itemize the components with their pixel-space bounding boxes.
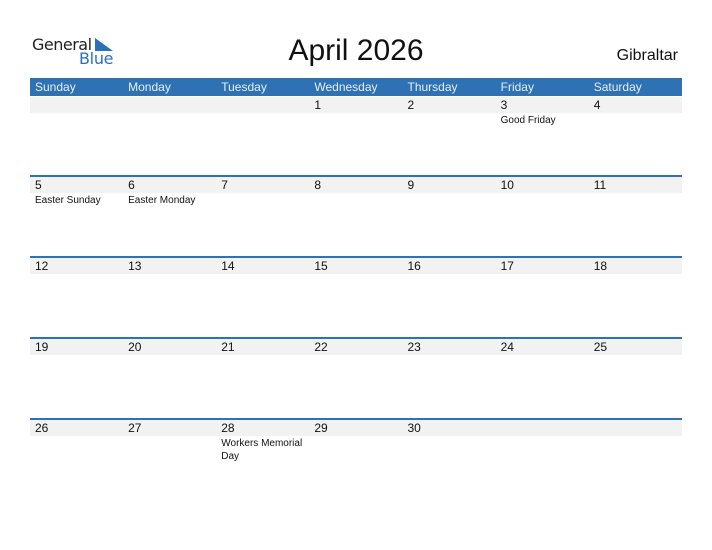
day-number: 24: [500, 340, 514, 354]
calendar-title: April 2026: [288, 34, 424, 67]
day-number: 29: [314, 421, 328, 435]
day-cell: 15: [309, 258, 402, 275]
week-cells: 1 2 3 Good Friday 4: [30, 97, 682, 127]
day-number: 18: [593, 259, 608, 273]
holiday-label: Easter Sunday: [35, 195, 101, 206]
day-number: 19: [35, 340, 49, 354]
weekday-thursday: Thursday: [407, 80, 458, 94]
holiday-label: Easter Monday: [128, 195, 196, 206]
day-cell: 30: [403, 420, 496, 463]
day-cell: 28 Workers Memorial Day: [216, 420, 309, 463]
day-number: 8: [314, 178, 322, 192]
week-cells: 26 27 28 Workers Memorial Day 29 30: [30, 420, 682, 463]
country-label: Gibraltar: [616, 47, 678, 64]
weekday-tuesday: Tuesday: [221, 80, 267, 94]
weekday-wednesday: Wednesday: [314, 80, 378, 94]
day-cell: 4: [589, 97, 682, 127]
week-row: 26 27 28 Workers Memorial Day 29 30: [30, 418, 682, 501]
day-cell: 25: [589, 339, 682, 356]
day-cell: 22: [309, 339, 402, 356]
day-number: 14: [221, 259, 235, 273]
day-cell: 16: [403, 258, 496, 275]
day-number: 11: [593, 178, 607, 192]
day-number: 25: [593, 340, 608, 354]
day-cell: 19: [30, 339, 123, 356]
day-cell: 2: [403, 97, 496, 127]
day-number: 15: [314, 259, 328, 273]
day-number: 5: [35, 178, 42, 192]
day-cell: 1: [309, 97, 402, 127]
day-number: [594, 420, 682, 436]
day-cell: 11: [589, 177, 682, 207]
weekday-sunday: Sunday: [35, 80, 76, 94]
day-cell: [216, 97, 309, 127]
day-number: 12: [35, 259, 49, 273]
day-number: 16: [407, 259, 421, 273]
day-cell: 26: [30, 420, 123, 463]
week-row: 5 Easter Sunday 6 Easter Monday 7 8 9 10 11: [30, 175, 682, 258]
week-row: 12 13 14 15 16 17 18: [30, 256, 682, 339]
day-cell: 10: [496, 177, 589, 207]
day-number: 26: [35, 421, 49, 435]
week-cells: 12 13 14 15 16 17 18: [30, 258, 682, 275]
weekday-header: Sunday Monday Tuesday Wednesday Thursday…: [30, 78, 682, 96]
day-number: 27: [128, 421, 142, 435]
day-cell: 6 Easter Monday: [123, 177, 216, 207]
day-cell: [496, 420, 589, 463]
day-cell: 29: [309, 420, 402, 463]
day-number: 22: [314, 340, 328, 354]
day-cell: 21: [216, 339, 309, 356]
week-cells: 5 Easter Sunday 6 Easter Monday 7 8 9 10 11: [30, 177, 682, 207]
week-row: 1 2 3 Good Friday 4: [30, 97, 682, 178]
day-cell: 20: [123, 339, 216, 356]
day-cell: 24: [496, 339, 589, 356]
week-row: 19 20 21 22 23 24 25: [30, 337, 682, 420]
week-cells: 19 20 21 22 23 24 25: [30, 339, 682, 356]
day-number: 2: [407, 98, 415, 112]
day-number: 13: [128, 259, 142, 273]
day-number: 23: [407, 340, 421, 354]
day-number: 28: [221, 421, 235, 435]
day-cell: [30, 97, 123, 127]
day-number: 3: [500, 98, 508, 112]
holiday-label: Workers Memorial Day: [221, 438, 303, 462]
holiday-label: Good Friday: [500, 115, 556, 126]
day-cell: [123, 97, 216, 127]
day-number: [221, 97, 309, 113]
day-cell: 8: [309, 177, 402, 207]
day-cell: 14: [216, 258, 309, 275]
day-cell: 27: [123, 420, 216, 463]
day-number: 9: [407, 178, 415, 192]
day-cell: 17: [496, 258, 589, 275]
day-number: [501, 420, 589, 436]
day-number: 1: [314, 98, 322, 112]
day-number: 21: [221, 340, 235, 354]
day-number: [35, 97, 123, 113]
day-number: 17: [500, 259, 514, 273]
day-number: 10: [500, 178, 514, 192]
day-cell: [589, 420, 682, 463]
day-cell: 3 Good Friday: [496, 97, 589, 127]
weekday-saturday: Saturday: [593, 80, 642, 94]
day-cell: 23: [403, 339, 496, 356]
day-number: 6: [128, 178, 135, 192]
day-cell: 13: [123, 258, 216, 275]
weekday-monday: Monday: [128, 80, 171, 94]
weekday-friday: Friday: [500, 80, 534, 94]
day-number: 20: [128, 340, 142, 354]
day-number: 4: [593, 98, 601, 112]
day-cell: 5 Easter Sunday: [30, 177, 123, 207]
day-number: 7: [221, 178, 228, 192]
day-cell: 7: [216, 177, 309, 207]
day-number: [128, 97, 216, 113]
day-cell: 9: [403, 177, 496, 207]
day-cell: 12: [30, 258, 123, 275]
day-cell: 18: [589, 258, 682, 275]
day-number: 30: [407, 421, 421, 435]
